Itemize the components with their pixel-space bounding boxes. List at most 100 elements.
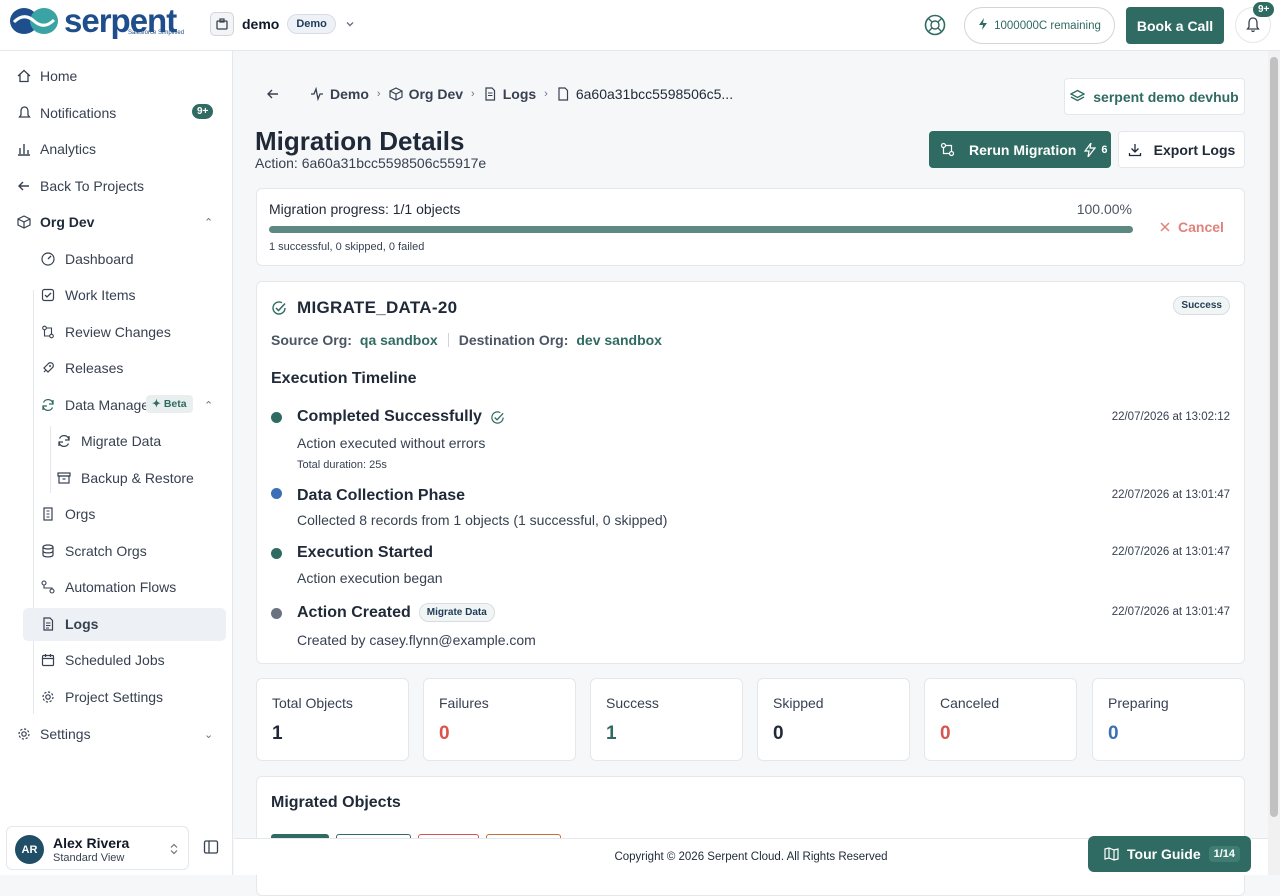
- stat-label: Failures: [439, 695, 489, 711]
- chevron-right-icon: ›: [544, 88, 548, 100]
- stat-value: 1: [606, 723, 617, 744]
- stat-value: 0: [773, 723, 784, 744]
- sidebar-label: Migrate Data: [81, 433, 162, 449]
- status-badge: Success: [1173, 296, 1230, 315]
- stat-card-success: Success 1: [590, 678, 743, 761]
- sidebar-item-settings[interactable]: Settings ⌄: [0, 717, 233, 751]
- timeline-event-title: Action Created Migrate Data: [297, 603, 495, 622]
- sidebar-item-back-to-projects[interactable]: Back To Projects: [0, 169, 233, 203]
- stat-value: 0: [940, 723, 951, 744]
- action-id: 6a60a31bcc5598506c55917e: [301, 155, 487, 171]
- action-label: Action:: [255, 155, 298, 171]
- sidebar-label: Notifications: [40, 105, 117, 121]
- logo-tagline: Salesforce Simplified: [128, 30, 185, 36]
- user-menu[interactable]: AR Alex Rivera Standard View: [6, 826, 189, 870]
- stat-card-total-objects: Total Objects 1: [256, 678, 409, 761]
- sidebar: Home Notifications 9+ Analytics Back To …: [0, 51, 233, 875]
- workspace-badge: Demo: [287, 14, 336, 34]
- tour-guide-button[interactable]: Tour Guide 1/14: [1088, 836, 1251, 872]
- sidebar-item-review-changes[interactable]: Review Changes: [0, 315, 233, 349]
- event-title-text: Completed Successfully: [297, 408, 482, 425]
- dest-org-label: Destination Org:: [458, 332, 569, 348]
- chevron-up-icon[interactable]: ⌃: [204, 399, 213, 412]
- migration-name: MIGRATE_DATA-20: [297, 298, 458, 317]
- timeline-title: Execution Timeline: [271, 370, 417, 387]
- lightning-icon: [978, 18, 988, 33]
- cancel-button[interactable]: Cancel: [1160, 219, 1224, 235]
- flow-icon: [41, 580, 55, 594]
- breadcrumb-logs[interactable]: Logs: [483, 86, 536, 102]
- file-text-icon: [485, 87, 495, 101]
- help-icon[interactable]: [924, 14, 946, 36]
- sidebar-label: Home: [40, 68, 78, 84]
- cube-icon: [388, 87, 403, 101]
- sidebar-item-orgs[interactable]: Orgs: [0, 497, 233, 531]
- sparkle-icon: ✦: [152, 398, 161, 410]
- tour-count: 1/14: [1208, 846, 1241, 862]
- cancel-label: Cancel: [1178, 219, 1224, 235]
- serpent-logo-icon: [10, 8, 58, 34]
- event-date: 22/07/2026 at 13:02:12: [1111, 411, 1230, 423]
- sidebar-item-analytics[interactable]: Analytics: [0, 132, 233, 166]
- back-arrow-icon[interactable]: [266, 87, 280, 101]
- sidebar-label: Dashboard: [65, 251, 134, 267]
- sidebar-item-logs[interactable]: Logs: [0, 607, 233, 641]
- cube-icon: [17, 215, 31, 229]
- rerun-label: Rerun Migration: [969, 141, 1077, 158]
- sidebar-item-backup-restore[interactable]: Backup & Restore: [0, 461, 233, 495]
- user-name: Alex Rivera: [53, 835, 130, 851]
- scrollbar[interactable]: [1268, 51, 1280, 875]
- timeline-event-title: Data Collection Phase: [297, 487, 465, 505]
- rerun-migration-button[interactable]: Rerun Migration 6: [929, 131, 1111, 168]
- sidebar-item-project-settings[interactable]: Project Settings: [0, 680, 233, 714]
- sidebar-label: Project Settings: [65, 689, 164, 705]
- timeline-event-title: Execution Started: [297, 544, 433, 562]
- chevron-right-icon: ›: [471, 88, 475, 100]
- sidebar-item-automation-flows[interactable]: Automation Flows: [0, 570, 233, 604]
- chevron-down-icon[interactable]: ⌄: [204, 728, 213, 741]
- sidebar-item-data-management[interactable]: Data Manage ⌃: [0, 388, 233, 422]
- beta-label: Beta: [163, 398, 187, 410]
- devhub-button[interactable]: serpent demo devhub: [1064, 78, 1245, 115]
- sidebar-collapse-icon[interactable]: [203, 839, 219, 855]
- source-org-value: qa sandbox: [359, 332, 438, 348]
- breadcrumb-demo[interactable]: Demo: [310, 86, 369, 102]
- sidebar-item-home[interactable]: Home: [0, 59, 233, 93]
- sidebar-label: Orgs: [65, 506, 96, 522]
- section-title: Migrated Objects: [271, 794, 401, 811]
- gear-icon: [17, 727, 31, 741]
- stat-card-skipped: Skipped 0: [757, 678, 910, 761]
- scrollbar-thumb[interactable]: [1270, 57, 1278, 817]
- sidebar-item-work-items[interactable]: Work Items: [0, 278, 233, 312]
- building-icon: [41, 507, 55, 521]
- book-call-button[interactable]: Book a Call: [1126, 7, 1224, 44]
- rocket-icon: [41, 361, 55, 375]
- activity-icon: [311, 87, 323, 101]
- breadcrumb-label: Logs: [502, 86, 537, 102]
- checkbox-icon: [41, 288, 55, 302]
- sidebar-item-releases[interactable]: Releases: [0, 351, 233, 385]
- credits-button[interactable]: 1000000C remaining: [964, 7, 1115, 44]
- chevron-right-icon: ›: [376, 88, 381, 100]
- sidebar-label: Org Dev: [40, 214, 95, 230]
- workspace-selector[interactable]: demo Demo: [210, 12, 356, 36]
- sidebar-item-scheduled-jobs[interactable]: Scheduled Jobs: [0, 643, 233, 677]
- breadcrumb-org[interactable]: Org Dev: [388, 86, 463, 102]
- check-circle-icon: [272, 301, 286, 315]
- refresh-icon: [57, 434, 71, 448]
- sidebar-item-org-dev[interactable]: Org Dev ⌃: [0, 205, 233, 239]
- arrow-left-icon: [17, 179, 31, 193]
- export-logs-button[interactable]: Export Logs: [1118, 131, 1245, 168]
- timeline-dot: [271, 608, 282, 619]
- devhub-label: serpent demo devhub: [1093, 88, 1239, 105]
- home-icon: [17, 69, 31, 83]
- chevron-up-icon[interactable]: ⌃: [204, 216, 213, 229]
- sidebar-item-scratch-orgs[interactable]: Scratch Orgs: [0, 534, 233, 568]
- sidebar-label: Review Changes: [65, 324, 171, 340]
- bar-chart-icon: [17, 142, 31, 156]
- event-description: Action execution began: [297, 570, 443, 586]
- sidebar-item-migrate-data[interactable]: Migrate Data: [0, 424, 233, 458]
- sidebar-item-dashboard[interactable]: Dashboard: [0, 242, 233, 276]
- stat-label: Total Objects: [272, 695, 353, 711]
- chevron-down-icon[interactable]: [344, 18, 356, 30]
